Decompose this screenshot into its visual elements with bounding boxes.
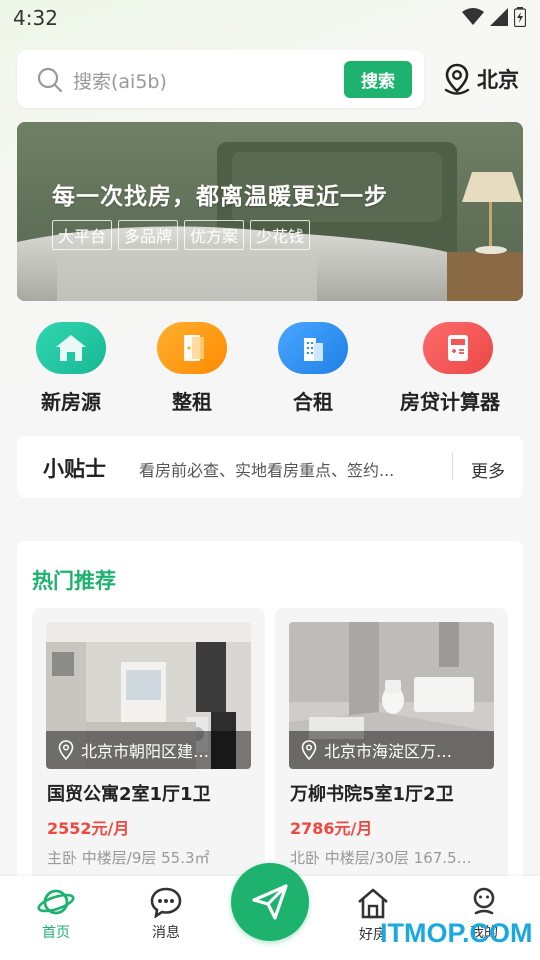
quick-menu: 新房源 整租 合租 房贷计算器	[0, 322, 540, 414]
chat-bubble-icon	[150, 887, 182, 918]
nav-label: 消息	[152, 925, 180, 941]
send-icon	[252, 884, 288, 920]
tips-divider	[452, 452, 453, 480]
publish-fab-button[interactable]	[231, 863, 309, 941]
banner-title: 每一次找房，都离温暖更近一步	[52, 184, 388, 210]
search-input[interactable]: 搜索(ai5b)	[73, 67, 167, 94]
promo-banner[interactable]: 每一次找房，都离温暖更近一步 大平台 多品牌 优方案 少花钱	[17, 122, 523, 301]
city-label: 北京	[477, 68, 519, 92]
listing-photo: 北京市海淀区万…	[289, 622, 494, 769]
quick-menu-mortgage-calculator[interactable]: 房贷计算器	[400, 322, 500, 415]
quick-menu-whole-rent[interactable]: 整租	[157, 322, 227, 415]
listing-photo: 北京市朝阳区建…	[46, 622, 251, 769]
banner-tag: 多品牌	[118, 220, 179, 250]
quick-menu-shared-rent[interactable]: 合租	[278, 322, 348, 415]
quick-menu-label: 房贷计算器	[400, 390, 500, 414]
quick-menu-label: 新房源	[41, 390, 101, 414]
quick-menu-label: 整租	[172, 390, 212, 414]
status-bar: 4:32	[0, 0, 540, 36]
battery-icon	[514, 7, 526, 27]
watermark: ITMOP.COM	[380, 918, 533, 948]
signal-icon	[490, 8, 508, 26]
location-pin-icon	[301, 740, 317, 760]
search-button[interactable]: 搜索	[344, 61, 412, 98]
city-selector[interactable]: 北京	[441, 62, 519, 96]
quick-menu-new-listings[interactable]: 新房源	[36, 322, 106, 415]
tips-bar[interactable]: 小贴士 看房前必查、实地看房重点、签约... 更多	[17, 436, 523, 498]
nav-messages[interactable]: 消息	[131, 886, 201, 942]
location-pin-icon	[444, 63, 470, 95]
banner-tag: 少花钱	[250, 220, 311, 250]
tips-more-link[interactable]: 更多	[471, 457, 505, 482]
listing-title: 国贸公寓2室1厅1卫	[47, 784, 211, 805]
search-bar[interactable]: 搜索(ai5b) 搜索	[17, 50, 424, 108]
nav-home[interactable]: 首页	[21, 886, 91, 942]
listing-detail: 主卧 中楼层/9层 55.3㎡	[47, 849, 210, 867]
listing-location: 北京市朝阳区建…	[46, 731, 251, 769]
nav-label: 首页	[42, 925, 70, 941]
house-outline-icon	[358, 888, 388, 919]
hot-recommendations: 热门推荐 北京市朝阳区建… 国贸公寓2室1厅1卫 2552元/月 主卧 中楼层/…	[17, 541, 523, 901]
banner-tag: 大平台	[52, 220, 113, 250]
section-title: 热门推荐	[32, 569, 116, 593]
listing-detail: 北卧 中楼层/30层 167.5…	[290, 849, 472, 867]
listing-location-text: 北京市朝阳区建…	[81, 742, 210, 761]
tips-title: 小贴士	[43, 457, 106, 481]
listing-title: 万柳书院5室1厅2卫	[290, 784, 454, 805]
house-icon	[36, 322, 106, 374]
status-time: 4:32	[13, 6, 58, 30]
building-icon	[278, 322, 348, 374]
profile-icon	[473, 887, 495, 915]
listing-price: 2786元/月	[290, 819, 373, 838]
listing-location-text: 北京市海淀区万…	[324, 742, 453, 761]
quick-menu-label: 合租	[293, 390, 333, 414]
location-pin-icon	[58, 740, 74, 760]
listing-location: 北京市海淀区万…	[289, 731, 494, 769]
listing-price: 2552元/月	[47, 819, 130, 838]
listing-card[interactable]: 北京市海淀区万… 万柳书院5室1厅2卫 2786元/月 北卧 中楼层/30层 1…	[275, 608, 508, 901]
calculator-icon	[423, 322, 493, 374]
banner-tag: 优方案	[184, 220, 245, 250]
search-icon	[37, 67, 63, 93]
listing-card[interactable]: 北京市朝阳区建… 国贸公寓2室1厅1卫 2552元/月 主卧 中楼层/9层 55…	[32, 608, 265, 901]
planet-icon	[37, 889, 75, 915]
banner-tags: 大平台 多品牌 优方案 少花钱	[52, 220, 311, 250]
wifi-icon	[462, 8, 484, 25]
status-icons	[462, 7, 526, 27]
door-icon	[157, 322, 227, 374]
tips-text[interactable]: 看房前必查、实地看房重点、签约...	[139, 457, 429, 481]
bedroom-photo	[17, 122, 523, 301]
